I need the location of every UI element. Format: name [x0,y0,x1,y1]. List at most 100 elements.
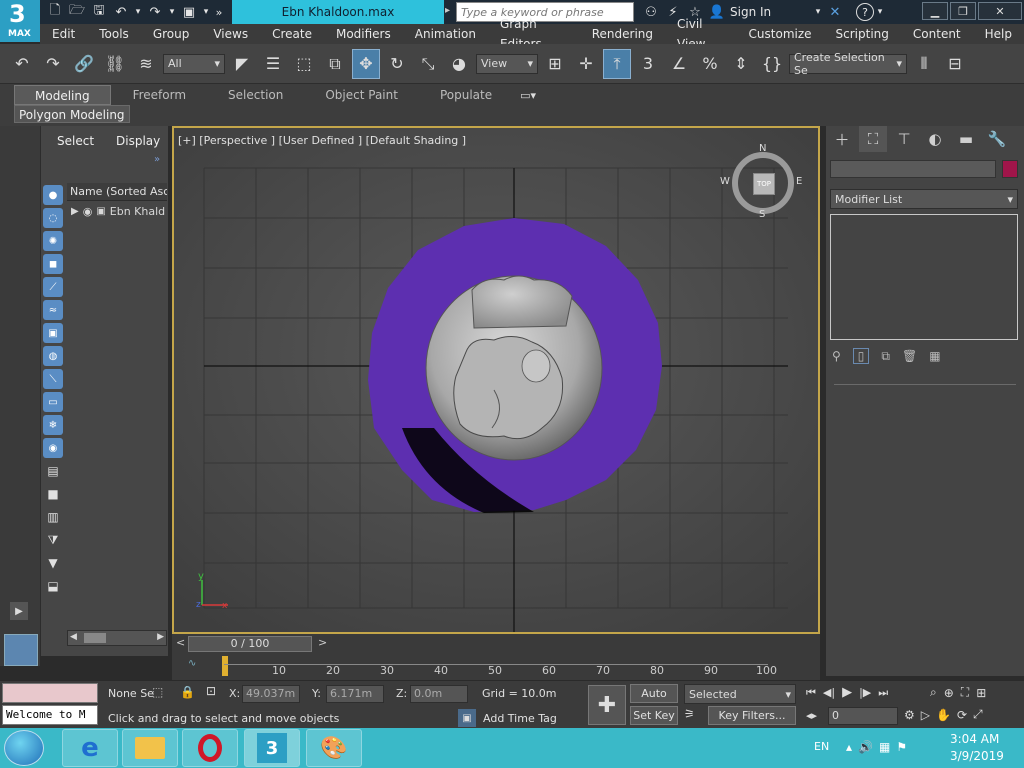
undo-dropdown-icon[interactable]: ▾ [132,1,144,23]
motion-tab-icon[interactable]: ◐ [921,126,949,152]
link-icon[interactable]: 🔗 [70,49,98,79]
bones-filter-icon[interactable]: ⟍ [43,369,63,389]
scroll-left-icon[interactable]: ◀ [70,632,77,642]
maxscript-listener-input[interactable]: Welcome to M [2,705,98,725]
polygon-modeling-panel[interactable]: Polygon Modeling [14,105,130,123]
select-manipulate-icon[interactable]: ✛ [572,49,600,79]
viewcube[interactable]: TOP N S E W [720,143,802,222]
frozen-filter-icon[interactable]: ❄ [43,415,63,435]
field-of-view-icon[interactable]: ▷ [921,708,930,722]
viewport-layout-icon[interactable] [4,634,38,666]
start-button[interactable] [4,730,44,766]
expand-triangle-icon[interactable]: ▶ [71,206,79,217]
hierarchy-tab-icon[interactable]: ⊤ [890,126,918,152]
internet-explorer-taskbar[interactable]: e [62,729,118,767]
undo-icon[interactable]: ↶ [8,49,36,79]
menu-animation[interactable]: Animation [403,24,488,44]
name-column-header[interactable]: Name (Sorted Ascen [67,183,167,201]
clock-date[interactable]: 3/9/2019 [950,749,1004,763]
set-key-button[interactable]: Set Key [630,706,678,725]
invert-display-icon[interactable]: ▥ [43,507,63,527]
maxscript-listener-top[interactable] [2,683,98,703]
explorer-taskbar[interactable] [122,729,178,767]
previous-key-icon[interactable]: ◀| [823,686,835,699]
current-frame-field[interactable]: 0 [828,707,898,725]
redo-dropdown-icon[interactable]: ▾ [166,1,178,23]
place-icon[interactable]: ◕ [445,49,473,79]
track-bar[interactable]: ∿ 10 20 30 40 50 60 70 80 90 100 [172,654,820,680]
viewport-label[interactable]: [+] [Perspective ] [User Defined ] [Defa… [178,134,466,147]
selection-filter-dropdown[interactable]: All ▾ [163,53,225,74]
groups-filter-icon[interactable]: ▣ [43,323,63,343]
key-filters-button[interactable]: Key Filters... [708,706,796,725]
zoom-all-icon[interactable]: ⊕ [944,686,954,700]
exchange-icon[interactable]: ✕ [824,1,846,23]
qa-dropdown-icon[interactable]: ▾ [200,1,212,23]
percent-snap-icon[interactable]: % [696,49,724,79]
scroll-thumb[interactable] [84,633,106,643]
select-object-icon[interactable]: ◤ [228,49,256,79]
isolate-selection-icon[interactable]: ⬚ [152,685,163,699]
3dsmax-taskbar[interactable]: 3 [244,729,300,767]
clock-time[interactable]: 3:04 AM [950,732,999,746]
configure-modifier-sets-icon[interactable]: ▦ [929,349,940,363]
lights-filter-icon[interactable]: ✺ [43,231,63,251]
create-tab-icon[interactable]: ＋ [828,126,856,152]
select-by-name-icon[interactable]: ☰ [259,49,287,79]
spacewarps-filter-icon[interactable]: ≈ [43,300,63,320]
auto-key-button[interactable]: Auto Key [630,684,678,717]
keyboard-shortcut-override-icon[interactable]: ⤒ [603,48,631,79]
containers-filter-icon[interactable]: ▭ [43,392,63,412]
menu-create[interactable]: Create [260,24,324,44]
modifier-list-dropdown[interactable]: Modifier List ▾ [830,189,1018,209]
time-tag-icon[interactable]: ▣ [458,709,476,727]
binoculars-icon[interactable]: ⚇ [640,1,662,23]
named-selection-dropdown[interactable]: Create Selection Se ▾ [789,51,907,77]
bind-space-warp-icon[interactable]: ≋ [132,49,160,79]
ribbon-options-icon[interactable]: ▭▾ [520,89,536,102]
go-to-start-icon[interactable]: ⏮ [806,686,816,700]
show-hidden-icons-icon[interactable]: ▴ [846,740,852,754]
utilities-tab-icon[interactable]: 🔧 [983,126,1011,152]
align-icon[interactable]: ⊟ [941,49,969,79]
menu-content[interactable]: Content [901,24,973,44]
menu-group[interactable]: Group [141,24,202,44]
object-color-swatch[interactable] [1002,160,1018,178]
new-file-icon[interactable]: 🗋 [44,1,66,23]
app-menu-button[interactable]: 3 MAX [0,0,40,42]
play-icon[interactable]: ▶ [842,685,852,700]
menu-help[interactable]: Help [973,24,1024,44]
select-and-move-icon[interactable]: ✥ [352,48,380,79]
y-coordinate-field[interactable]: 6.171m [326,685,384,703]
horizontal-scrollbar[interactable]: ◀ ▶ [67,630,167,646]
help-icon[interactable]: ? [856,3,874,21]
absolute-mode-icon[interactable]: ⊡ [206,684,216,698]
filter-options-icon[interactable]: ⧩ [43,530,63,550]
cameras-filter-icon[interactable]: ◼ [43,254,63,274]
display-none-icon[interactable]: ■ [43,484,63,504]
reference-coordinate-dropdown[interactable]: View ▾ [476,53,538,74]
visibility-eye-icon[interactable]: ◉ [83,205,93,218]
time-slider-thumb[interactable]: 0 / 100 [188,636,312,652]
zoom-extents-all-icon[interactable]: ⊞ [976,686,986,700]
pin-stack-icon[interactable]: ⚲ [832,349,841,363]
panel-divider[interactable] [834,384,1016,385]
sign-in-link[interactable]: Sign In [730,5,812,19]
next-frame-icon[interactable]: > [318,636,327,649]
shapes-filter-icon[interactable]: ◌ [43,208,63,228]
more-icon[interactable]: » [154,154,160,165]
hidden-filter-icon[interactable]: ◉ [43,438,63,458]
save-icon[interactable]: 🖫 [88,1,110,23]
undo-icon[interactable]: ↶ [110,1,132,23]
language-indicator[interactable]: EN [814,740,829,753]
filter-funnel-icon[interactable]: ▼ [43,553,63,573]
select-and-scale-icon[interactable]: ⤡ [414,49,442,79]
redo-icon[interactable]: ↷ [39,49,67,79]
tab-display[interactable]: Display [116,134,160,148]
remove-modifier-icon[interactable]: 🗑 [902,349,917,363]
expand-search-icon[interactable]: ▸ [445,5,450,16]
menu-views[interactable]: Views [201,24,260,44]
tab-object-paint[interactable]: Object Paint [305,85,418,105]
opera-taskbar[interactable] [182,729,238,767]
zoom-icon[interactable]: ⌕ [930,685,937,700]
